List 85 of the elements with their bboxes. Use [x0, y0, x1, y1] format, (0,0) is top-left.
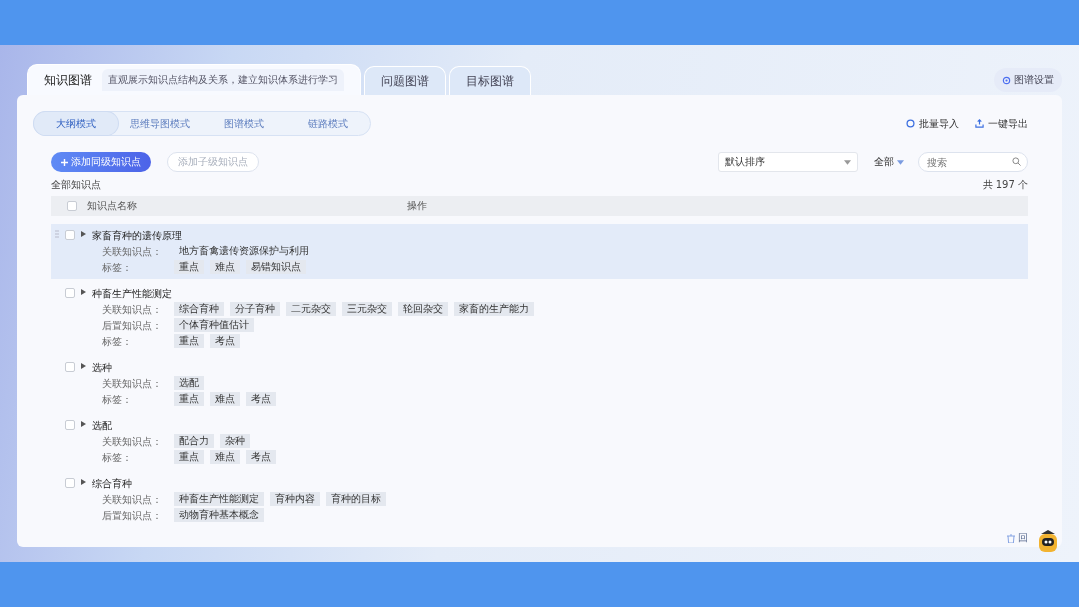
column-header: 知识点名称 [87, 199, 138, 213]
graph-tab[interactable]: 问题图谱 [364, 66, 446, 95]
expand-icon[interactable] [81, 231, 86, 237]
sort-dropdown[interactable]: 默认排序 [718, 152, 858, 172]
column-header: 操作 [407, 199, 427, 213]
caret-icon [897, 159, 904, 165]
tag: 个体育种值估计 [174, 318, 254, 332]
add-sibling-button[interactable]: 添加同级知识点 [51, 152, 151, 172]
field-label: 后置知识点： [102, 318, 163, 332]
tag: 重点 [174, 392, 204, 406]
tag: 轮回杂交 [398, 302, 448, 316]
knowledge-row[interactable]: 种畜生产性能测定 关联知识点： 综合育种 分子育种 二元杂交 三元杂交 轮回杂交 家畜的生产能力 后置知识点： 个体育种值估计 标签： 重点 考点 [51, 282, 1028, 353]
mode-tab[interactable]: 大纲模式 [34, 112, 118, 135]
caret-icon [844, 159, 851, 165]
field-label: 关联知识点： [102, 492, 163, 506]
row-checkbox[interactable] [65, 230, 75, 240]
tag: 配合力 [174, 434, 214, 448]
tag: 育种内容 [270, 492, 320, 506]
knowledge-title: 选配 [92, 419, 113, 432]
import-link[interactable]: 批量导入 [906, 116, 959, 131]
total-count: 共 197 个 [982, 178, 1028, 192]
tag: 考点 [246, 392, 276, 406]
field-label: 关联知识点： [102, 434, 163, 448]
tag: 易错知识点 [246, 260, 306, 274]
row-checkbox[interactable] [65, 478, 75, 488]
row-checkbox[interactable] [65, 420, 75, 430]
recycle-link[interactable]: 回 [1007, 531, 1028, 547]
tag: 难点 [210, 450, 240, 464]
graph-tab[interactable]: 目标图谱 [449, 66, 531, 95]
expand-icon[interactable] [81, 479, 86, 485]
field-label: 后置知识点： [102, 508, 163, 522]
section-label: 全部知识点 [51, 178, 101, 192]
mode-tab[interactable]: 图谱模式 [202, 112, 286, 135]
knowledge-row[interactable]: 综合育种 关联知识点： 种畜生产性能测定 育种内容 育种的目标 后置知识点： 动物育种基本概念 [51, 472, 1028, 527]
expand-icon[interactable] [81, 289, 86, 295]
field-label: 标签： [102, 450, 133, 464]
knowledge-row[interactable]: 选种 关联知识点： 选配 标签： 重点 难点 考点 [51, 356, 1028, 411]
tag: 考点 [210, 334, 240, 348]
tag: 二元杂交 [286, 302, 336, 316]
knowledge-title: 种畜生产性能测定 [92, 287, 173, 300]
tab-subtitle: 直观展示知识点结构及关系，建立知识体系进行学习 [102, 69, 344, 91]
tag: 综合育种 [174, 302, 224, 316]
settings-button[interactable]: 图谱设置 [994, 68, 1062, 92]
expand-icon[interactable] [81, 363, 86, 369]
knowledge-row[interactable]: 家畜育种的遗传原理 关联知识点： 地方畜禽遗传资源保护与利用 标签： 重点 难点 易错知识点 [51, 224, 1028, 279]
settings-icon [1002, 75, 1011, 85]
row-checkbox[interactable] [65, 362, 75, 372]
expand-icon[interactable] [81, 421, 86, 427]
tag: 难点 [210, 392, 240, 406]
tag: 三元杂交 [342, 302, 392, 316]
knowledge-title: 选种 [92, 361, 113, 374]
tag: 杂种 [220, 434, 250, 448]
knowledge-title: 综合育种 [92, 477, 133, 490]
row-checkbox[interactable] [65, 288, 75, 298]
tag: 家畜的生产能力 [454, 302, 534, 316]
knowledge-row[interactable]: 选配 关联知识点： 配合力 杂种 标签： 重点 难点 考点 [51, 414, 1028, 469]
tag: 分子育种 [230, 302, 280, 316]
tag: 选配 [174, 376, 204, 390]
field-label: 标签： [102, 392, 133, 406]
field-label: 关联知识点： [102, 302, 163, 316]
upload-icon [975, 119, 984, 128]
tag: 重点 [174, 260, 204, 274]
knowledge-title: 家畜育种的遗传原理 [92, 229, 183, 242]
tag: 考点 [246, 450, 276, 464]
field-label: 关联知识点： [102, 244, 163, 258]
plus-icon [61, 158, 68, 166]
graph-tab[interactable]: 知识图谱 直观展示知识点结构及关系，建立知识体系进行学习 [27, 64, 361, 95]
field-label: 标签： [102, 260, 133, 274]
select-all-checkbox[interactable] [67, 201, 77, 211]
search-field[interactable]: 搜索 [918, 152, 1028, 172]
tag: 种畜生产性能测定 [174, 492, 264, 506]
tag: 重点 [174, 450, 204, 464]
tag: 重点 [174, 334, 204, 348]
field-value: 地方畜禽遗传资源保护与利用 [178, 244, 310, 258]
field-label: 标签： [102, 334, 133, 348]
tag: 育种的目标 [326, 492, 386, 506]
tag: 动物育种基本概念 [174, 508, 264, 522]
trash-icon [1007, 533, 1015, 543]
filter-dropdown[interactable]: 全部 [874, 155, 904, 169]
export-link[interactable]: 一键导出 [975, 116, 1028, 131]
field-label: 关联知识点： [102, 376, 163, 390]
search-icon [1012, 157, 1021, 166]
mode-tab[interactable]: 思维导图模式 [118, 112, 202, 135]
tag: 难点 [210, 260, 240, 274]
mode-tab[interactable]: 链路模式 [286, 112, 370, 135]
